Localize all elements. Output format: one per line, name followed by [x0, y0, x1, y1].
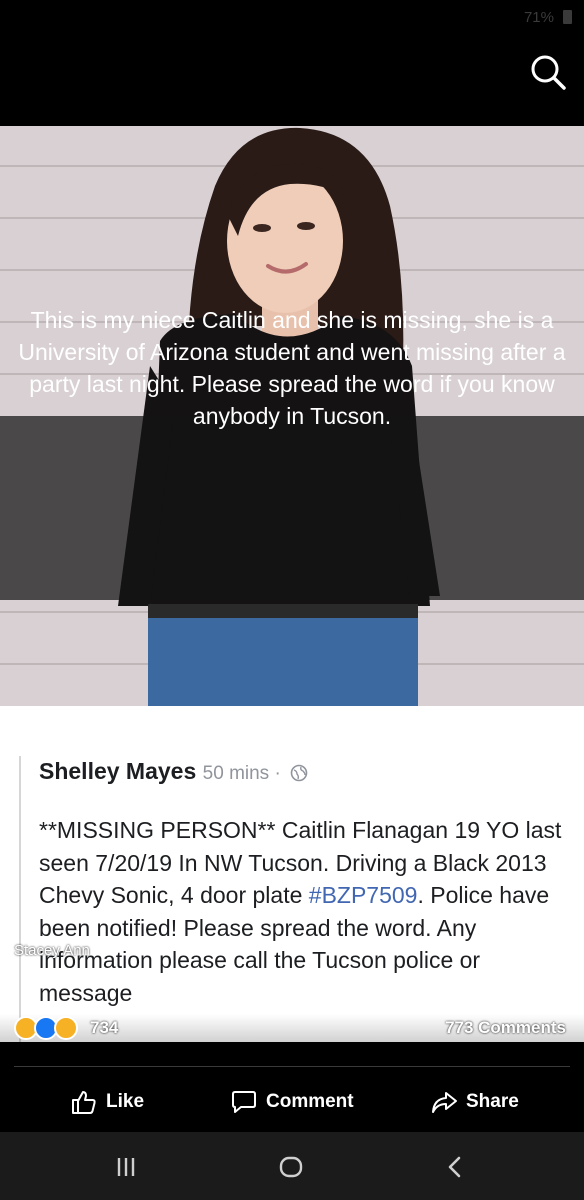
action-bar: Like Comment Share: [0, 1042, 584, 1132]
like-button[interactable]: Like: [70, 1086, 144, 1118]
reactions-bar: 734 773 Comments: [0, 1014, 584, 1042]
system-nav-bar: [0, 1132, 584, 1200]
like-label: Like: [106, 1091, 145, 1112]
comment-button[interactable]: Comment: [230, 1086, 354, 1118]
time-separator: ·: [269, 763, 287, 784]
recents-button[interactable]: [111, 1154, 141, 1180]
reaction-count[interactable]: 734: [90, 1018, 118, 1038]
battery-level: 71%: [523, 9, 554, 26]
back-button[interactable]: [440, 1154, 470, 1180]
photo-caption: This is my niece Caitlin and she is miss…: [18, 307, 566, 429]
share-icon: [432, 1092, 457, 1113]
battery-icon: [563, 10, 572, 24]
shared-post[interactable]: Shelley Mayes 50 mins · **MISSING PERSON…: [0, 706, 584, 1042]
author-name[interactable]: Shelley Mayes: [39, 758, 196, 784]
search-button[interactable]: [526, 50, 570, 94]
back-icon: [448, 1156, 461, 1178]
post-body: **MISSING PERSON** Caitlin Flanagan 19 Y…: [39, 814, 569, 1009]
comments-count[interactable]: 773 Comments: [445, 1018, 566, 1038]
globe-icon: [290, 764, 308, 782]
recents-icon: [117, 1158, 135, 1176]
home-button[interactable]: [276, 1154, 306, 1180]
share-label: Share: [466, 1091, 519, 1112]
comment-icon: [232, 1091, 256, 1113]
thumbs-up-icon: [72, 1091, 96, 1114]
caption-band: [0, 416, 584, 600]
sharer-name[interactable]: Stacey Ann: [14, 942, 90, 959]
search-icon: [531, 55, 566, 90]
comment-label: Comment: [266, 1091, 354, 1112]
post-header: Shelley Mayes 50 mins ·: [39, 758, 308, 785]
action-divider: [14, 1066, 570, 1067]
status-bar: 71%: [0, 0, 584, 36]
wow-reaction-icon: [54, 1016, 78, 1040]
top-bar: [0, 36, 584, 126]
quote-rule: [19, 756, 21, 1042]
post-time[interactable]: 50 mins: [203, 763, 270, 784]
hashtag-link[interactable]: #BZP7509: [309, 882, 418, 908]
home-icon: [279, 1156, 303, 1178]
share-button[interactable]: Share: [430, 1086, 519, 1118]
